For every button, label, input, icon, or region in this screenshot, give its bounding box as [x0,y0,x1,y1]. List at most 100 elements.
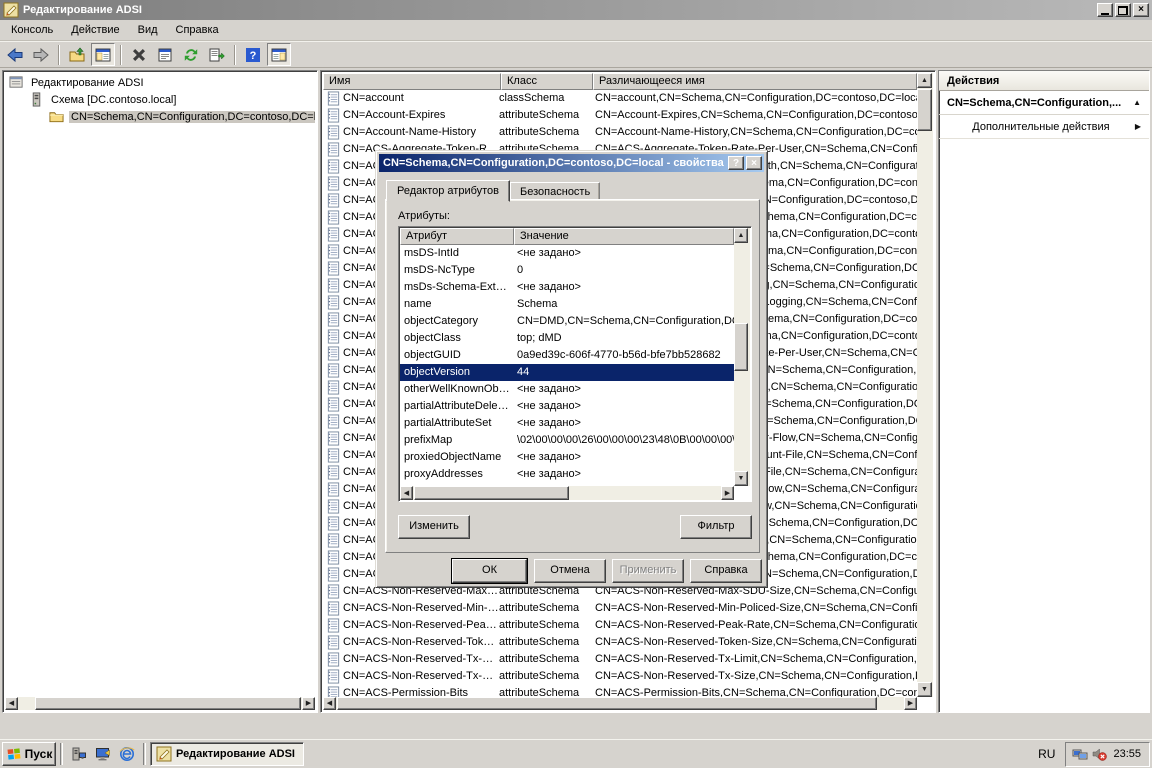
attribute-row[interactable]: otherWellKnownObjects<не задано> [400,381,734,398]
scroll-left-icon[interactable]: ◀ [5,697,18,710]
menu-view[interactable]: Вид [129,21,167,39]
list-item-name: CN=ACS-Non-Reserved-Tx-Size [343,668,499,685]
more-actions-item[interactable]: Дополнительные действия ▶ [939,115,1149,139]
menu-help[interactable]: Справка [167,21,228,39]
attr-vscrollbar[interactable]: ▲ ▼ [734,228,750,486]
attribute-row[interactable]: proxiedObjectName<не задано> [400,449,734,466]
edit-button[interactable]: Изменить [398,515,470,539]
list-item[interactable]: CN=Account-Name-HistoryattributeSchemaCN… [323,124,917,141]
taskbar-divider [143,743,146,765]
list-item[interactable]: CN=ACS-Permission-BitsattributeSchemaCN=… [323,685,917,697]
ok-button[interactable]: ОК [452,559,527,583]
column-header-value[interactable]: Значение [514,228,734,245]
apply-button[interactable]: Применить [612,559,684,583]
scroll-right-icon[interactable]: ▶ [302,697,315,710]
scroll-down-icon[interactable]: ▼ [917,682,932,697]
back-button[interactable] [3,43,27,66]
scroll-up-icon[interactable]: ▲ [917,73,932,88]
list-item[interactable]: CN=ACS-Non-Reserved-Peak-RateattributeSc… [323,617,917,634]
show-console-tree-button[interactable] [91,43,115,66]
list-item[interactable]: CN=ACS-Non-Reserved-Tx-SizeattributeSche… [323,668,917,685]
column-header-dn[interactable]: Различающееся имя [593,73,917,90]
menu-console[interactable]: Консоль [2,21,62,39]
network-icon[interactable] [1072,746,1088,762]
attribute-row[interactable]: objectCategoryCN=DMD,CN=Schema,CN=Config… [400,313,734,330]
actions-context-group[interactable]: CN=Schema,CN=Configuration,... ▲ [939,91,1149,115]
attribute-row[interactable]: partialAttributeSet<не задано> [400,415,734,432]
attribute-row[interactable]: objectGUID0a9ed39c-606f-4770-b56d-bfe7bb… [400,347,734,364]
scrollbar-thumb[interactable] [917,89,932,131]
context-help-button[interactable]: ? [728,156,744,170]
attribute-value: \02\00\00\00\26\00\00\00\23\48\0B\00\00\… [515,432,734,449]
refresh-button[interactable] [179,43,203,66]
attribute-row[interactable]: objectClasstop; dMD [400,330,734,347]
list-item[interactable]: CN=ACS-Non-Reserved-Min-Policed-Sizeattr… [323,600,917,617]
list-item[interactable]: CN=ACS-Non-Reserved-Token-SizeattributeS… [323,634,917,651]
restore-button[interactable] [1115,3,1131,17]
filter-button[interactable]: Фильтр [680,515,752,539]
forward-button[interactable] [29,43,53,66]
scroll-right-icon[interactable]: ▶ [904,697,917,710]
internet-explorer-quicklaunch[interactable] [118,745,136,763]
minimize-button[interactable] [1097,3,1113,17]
tree-item[interactable]: CN=Schema,CN=Configuration,DC=contoso,DC… [5,108,315,125]
attribute-row[interactable]: msDS-NcType0 [400,262,734,279]
list-item-class: attributeSchema [499,600,591,617]
attributes-list: Атрибут Значение msDS-IntId<не задано>ms… [398,226,752,502]
menu-action[interactable]: Действие [62,21,128,39]
up-one-level-button[interactable] [65,43,89,66]
attribute-row[interactable]: partialAttributeDeletionList<не задано> [400,398,734,415]
scrollbar-thumb[interactable] [414,486,569,500]
column-header-attribute[interactable]: Атрибут [400,228,514,245]
properties-button[interactable] [153,43,177,66]
language-indicator[interactable]: RU [1038,747,1055,761]
list-vscrollbar[interactable]: ▲ ▼ [917,73,933,697]
scroll-right-icon[interactable]: ▶ [721,486,734,500]
list-item-icon [323,618,343,633]
dialog-close-button[interactable]: × [746,156,762,170]
column-header-class[interactable]: Класс [501,73,593,90]
list-hscrollbar[interactable]: ◀ ▶ [323,697,917,710]
show-desktop-quicklaunch[interactable] [94,745,112,763]
dialog-titlebar[interactable]: CN=Schema,CN=Configuration,DC=contoso,DC… [379,154,764,172]
start-label: Пуск [25,747,53,761]
taskbar-task-button[interactable]: Редактирование ADSI [150,742,304,766]
window-titlebar[interactable]: Редактирование ADSI × [0,0,1152,20]
attribute-row[interactable]: prefixMap\02\00\00\00\26\00\00\00\23\48\… [400,432,734,449]
scroll-left-icon[interactable]: ◀ [400,486,413,500]
attribute-row[interactable]: msDS-IntId<не задано> [400,245,734,262]
column-header-name[interactable]: Имя [323,73,501,90]
scrollbar-thumb[interactable] [337,697,877,710]
clock[interactable]: 23:55 [1113,748,1141,760]
cancel-button[interactable]: Отмена [534,559,606,583]
list-item[interactable]: CN=accountclassSchemaCN=account,CN=Schem… [323,90,917,107]
collapse-icon[interactable]: ▲ [1133,98,1141,107]
scrollbar-thumb[interactable] [734,323,748,371]
attribute-row[interactable]: msDs-Schema-Extensions<не задано> [400,279,734,296]
help-button[interactable]: Справка [690,559,762,583]
tree-item[interactable]: Редактирование ADSI [5,74,315,91]
delete-button[interactable] [127,43,151,66]
start-button[interactable]: Пуск [2,742,56,766]
server-manager-quicklaunch[interactable] [70,745,88,763]
scrollbar-thumb[interactable] [35,697,301,710]
close-button[interactable]: × [1133,3,1149,17]
export-list-button[interactable] [205,43,229,66]
tab-attribute-editor[interactable]: Редактор атрибутов [386,180,510,202]
scroll-up-icon[interactable]: ▲ [734,228,748,243]
attribute-name: proxiedObjectName [400,449,515,466]
attribute-row[interactable]: proxyAddresses<не задано> [400,466,734,483]
scroll-down-icon[interactable]: ▼ [734,471,748,486]
attribute-row[interactable]: objectVersion44 [400,364,734,381]
tree-hscrollbar[interactable]: ◀ ▶ [5,697,315,710]
list-item[interactable]: CN=ACS-Non-Reserved-Tx-LimitattributeSch… [323,651,917,668]
list-item-name: CN=Account-Expires [343,107,499,124]
attribute-row[interactable]: nameSchema [400,296,734,313]
scroll-left-icon[interactable]: ◀ [323,697,336,710]
volume-muted-icon[interactable] [1091,746,1107,762]
tree-item[interactable]: Схема [DC.contoso.local] [5,91,315,108]
help-button[interactable]: ? [241,43,265,66]
attr-hscrollbar[interactable]: ◀ ▶ [400,486,734,500]
show-action-pane-button[interactable] [267,43,291,66]
list-item[interactable]: CN=Account-ExpiresattributeSchemaCN=Acco… [323,107,917,124]
